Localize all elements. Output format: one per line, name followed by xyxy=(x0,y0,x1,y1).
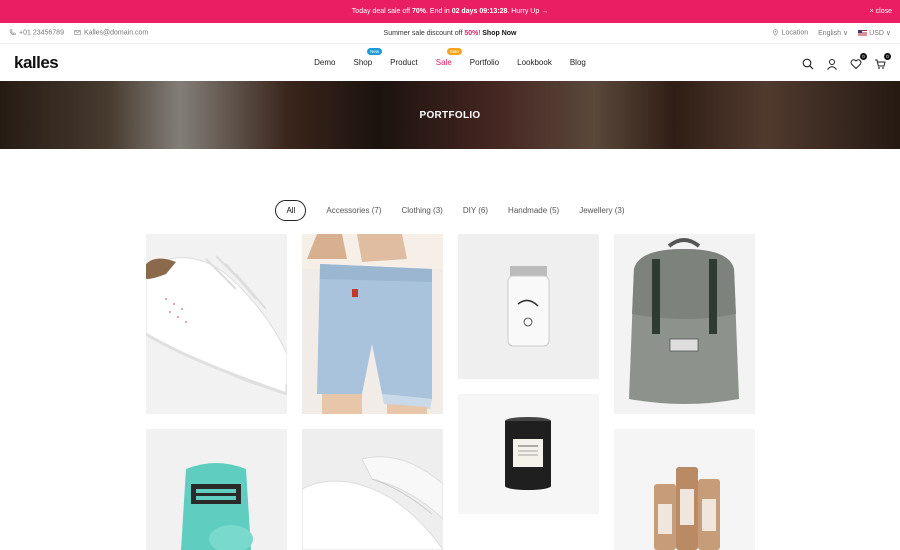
cart-count: 0 xyxy=(884,52,891,60)
account-button[interactable] xyxy=(826,57,838,70)
nav-product[interactable]: Product xyxy=(390,58,418,67)
new-badge: New xyxy=(367,48,383,55)
nav-blog[interactable]: Blog xyxy=(570,58,586,67)
wishlist-count: 0 xyxy=(860,52,867,60)
grey-backpack-image xyxy=(614,234,755,414)
filter-jewellery[interactable]: Jewellery (3) xyxy=(579,206,624,215)
portfolio-item[interactable] xyxy=(614,234,755,414)
promo-countdown: 02 days 09:13:28 xyxy=(451,8,508,15)
filter-clothing[interactable]: Clothing (3) xyxy=(401,206,442,215)
top-bar: +01 23456789 Kalles@domain.com Summer sa… xyxy=(0,23,900,44)
nav-shop-label: Shop xyxy=(353,58,373,67)
promo-text-mid: . End in xyxy=(426,8,452,15)
denim-shorts-image xyxy=(302,234,443,414)
main-nav: Demo Shop New Product Sale Sale Portfolio … xyxy=(0,48,900,67)
white-sneaker-sole-image xyxy=(302,429,443,550)
topbar-notice: Summer sale discount off 50%! Shop Now xyxy=(0,30,900,37)
search-icon xyxy=(802,58,814,69)
logo[interactable]: kalles xyxy=(14,53,59,73)
promo-text: Today deal sale off 70%. End in 02 days … xyxy=(352,8,548,15)
us-flag-icon xyxy=(858,30,868,37)
filter-accessories[interactable]: Accessories (7) xyxy=(326,206,381,215)
portfolio-item[interactable] xyxy=(146,429,287,550)
promo-bar: Today deal sale off 70%. End in 02 days … xyxy=(0,0,900,23)
language-select[interactable]: English ∨ xyxy=(818,29,848,37)
notice-before: Summer sale discount off xyxy=(383,29,465,37)
nav-portfolio[interactable]: Portfolio xyxy=(470,58,499,67)
white-sneaker-image xyxy=(146,234,287,414)
search-button[interactable] xyxy=(802,57,814,69)
location-link[interactable]: Location xyxy=(772,29,809,37)
main-header: kalles Demo Shop New Product Sale Sale Por… xyxy=(0,44,900,81)
currency-text: USD ∨ xyxy=(869,30,891,37)
page-title: PORTFOLIO xyxy=(419,109,481,121)
filter-all[interactable]: All xyxy=(275,200,307,221)
shoe-cleaner-image xyxy=(146,429,287,550)
nav-sale[interactable]: Sale Sale xyxy=(435,48,462,67)
promo-text-before: Today deal sale off xyxy=(351,8,412,15)
wishlist-button[interactable]: 0 xyxy=(850,52,867,69)
shop-now-link[interactable]: Shop Now xyxy=(482,30,516,37)
promo-hurry-link[interactable]: . Hurry Up → xyxy=(507,8,548,15)
paper-tubes-image xyxy=(614,429,755,550)
promo-percent: 70% xyxy=(412,8,427,15)
candle-image xyxy=(458,394,599,514)
location-text: Location xyxy=(781,29,809,37)
nav-lookbook[interactable]: Lookbook xyxy=(517,58,552,67)
currency-select[interactable]: USD ∨ xyxy=(858,29,891,37)
cart-icon xyxy=(875,59,886,69)
nav-sale-label: Sale xyxy=(435,58,452,67)
portfolio-item[interactable] xyxy=(614,429,755,550)
portfolio-item[interactable] xyxy=(458,234,599,379)
sale-badge: Sale xyxy=(446,48,462,55)
cart-button[interactable]: 0 xyxy=(874,52,891,69)
notice-percent: 50% xyxy=(464,29,479,37)
glass-jar-image xyxy=(458,234,599,379)
portfolio-item[interactable] xyxy=(302,234,443,414)
portfolio-filters: All Accessories (7) Clothing (3) DIY (6)… xyxy=(0,200,900,221)
promo-close-button[interactable]: × close xyxy=(870,0,892,23)
portfolio-item[interactable] xyxy=(458,394,599,514)
portfolio-item[interactable] xyxy=(302,429,443,550)
heart-icon xyxy=(850,58,862,69)
nav-shop[interactable]: Shop New xyxy=(353,48,383,67)
user-icon xyxy=(827,58,837,70)
portfolio-item[interactable] xyxy=(146,234,287,414)
nav-demo[interactable]: Demo xyxy=(314,58,335,67)
filter-handmade[interactable]: Handmade (5) xyxy=(508,206,559,215)
page-hero-banner: PORTFOLIO xyxy=(0,81,900,149)
location-pin-icon xyxy=(772,29,778,37)
filter-diy[interactable]: DIY (6) xyxy=(463,206,488,215)
